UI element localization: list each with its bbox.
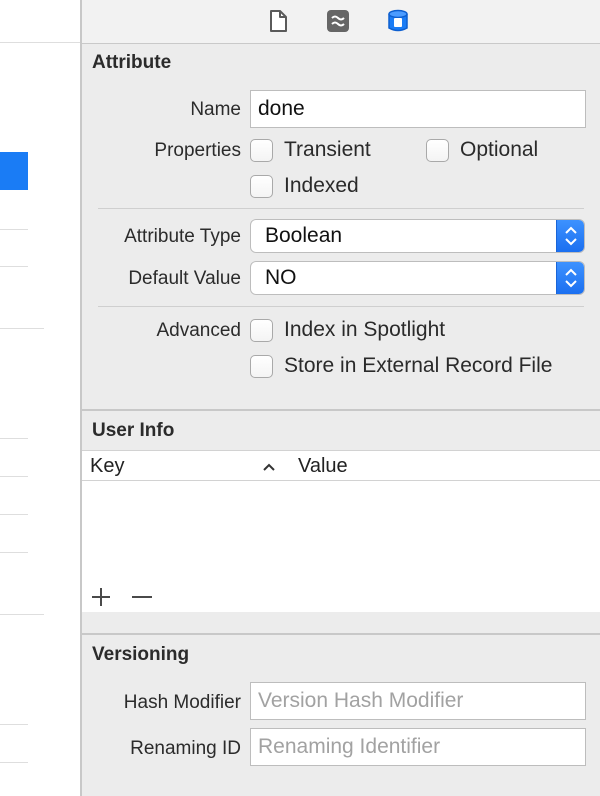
advanced-label: Advanced [156,320,241,341]
attribute-type-value: Boolean [265,224,343,247]
index-in-spotlight-label: Index in Spotlight [284,318,446,341]
checkbox-box[interactable] [250,138,273,162]
list-separator [0,438,28,439]
add-entry-button[interactable] [90,586,112,608]
section-separator [82,409,600,411]
optional-checkbox[interactable]: Optional [426,136,538,164]
sort-ascending-icon[interactable] [261,460,277,472]
versioning-section-title: Versioning [92,644,190,665]
list-separator [0,42,80,43]
section-divider [98,208,584,209]
properties-label: Properties [154,140,241,161]
renaming-id-label: Renaming ID [130,738,241,759]
default-value-value: NO [265,266,297,289]
section-separator [82,633,600,635]
hash-modifier-field[interactable] [250,682,586,720]
attribute-type-popup[interactable]: Boolean [250,219,585,253]
store-external-record-checkbox[interactable]: Store in External Record File [250,352,552,380]
quick-help-icon[interactable] [325,8,351,34]
list-separator [0,762,28,763]
checkbox-box[interactable] [250,174,273,198]
hash-modifier-label: Hash Modifier [123,692,241,713]
attribute-type-label: Attribute Type [124,226,241,247]
list-separator [0,266,28,267]
store-external-record-label: Store in External Record File [284,354,553,377]
default-value-popup[interactable]: NO [250,261,585,295]
popup-chevrons-icon[interactable] [556,220,584,252]
list-separator [0,328,44,329]
default-value-label: Default Value [128,268,241,289]
indexed-label: Indexed [284,174,359,197]
checkbox-box[interactable] [250,318,273,342]
transient-label: Transient [284,138,371,161]
list-separator [0,476,28,477]
selected-list-row[interactable] [0,152,28,190]
attribute-section-title: Attribute [92,52,172,73]
list-separator [0,229,28,230]
optional-label: Optional [460,138,539,161]
transient-checkbox[interactable]: Transient [250,136,371,164]
data-model-inspector-icon[interactable] [385,8,411,34]
file-inspector-icon[interactable] [265,8,291,34]
name-field[interactable] [250,90,586,128]
attribute-list-pane [0,0,80,796]
section-divider [98,306,584,307]
checkbox-box[interactable] [426,138,449,162]
user-info-table[interactable]: Key Value [82,450,600,612]
renaming-id-field[interactable] [250,728,586,766]
list-separator [0,724,28,725]
inspector-tab-bar [82,0,600,44]
key-column-header[interactable]: Key [90,451,124,481]
list-separator [0,514,28,515]
index-in-spotlight-checkbox[interactable]: Index in Spotlight [250,316,445,344]
value-column-header[interactable]: Value [298,451,348,481]
list-separator [0,552,28,553]
list-separator [0,614,44,615]
user-info-section-title: User Info [92,420,175,441]
inspector-panel: Attribute Name Properties Transient Opti… [82,0,600,796]
popup-chevrons-icon[interactable] [556,262,584,294]
checkbox-box[interactable] [250,354,273,378]
name-label: Name [190,99,241,120]
user-info-table-header: Key Value [82,450,600,481]
indexed-checkbox[interactable]: Indexed [250,172,359,200]
remove-entry-button[interactable] [130,586,154,608]
